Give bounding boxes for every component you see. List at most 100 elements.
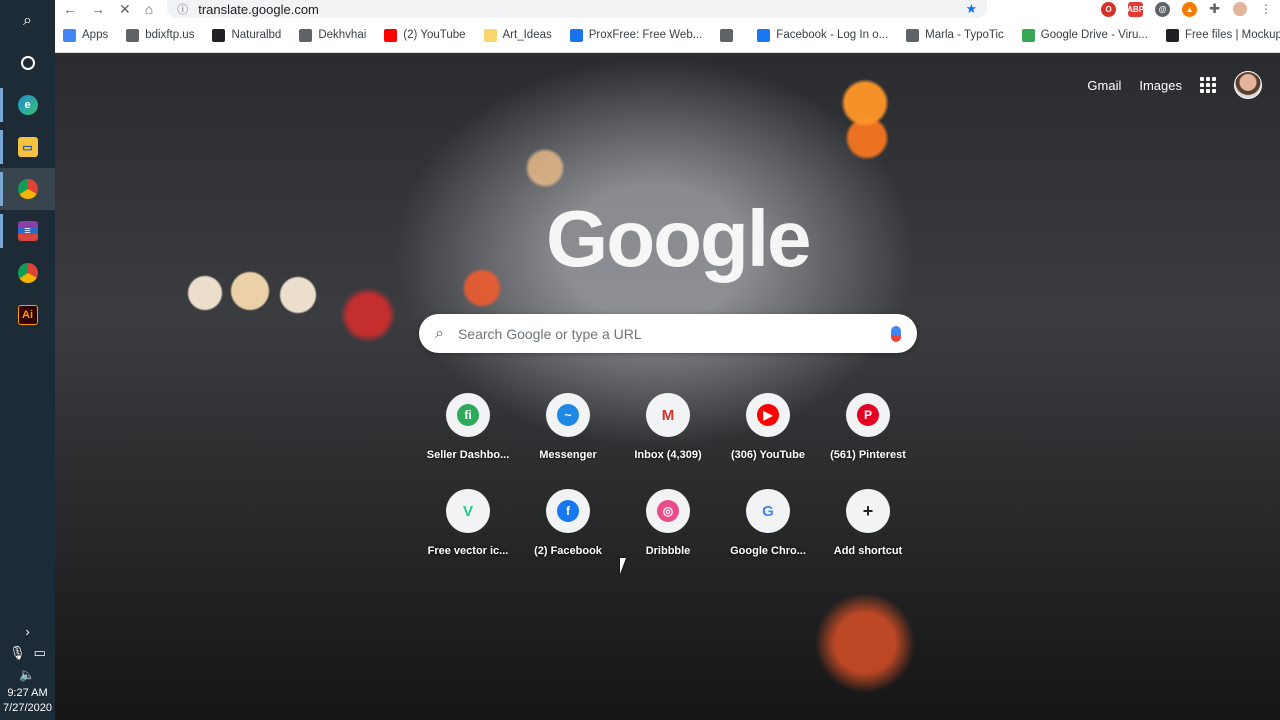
shortcut-tile[interactable]: ~ Messenger [518, 393, 618, 461]
volume-button[interactable]: 🔈 [19, 664, 35, 686]
shortcut-label: (2) Facebook [534, 545, 602, 557]
adblock-icon[interactable]: ABP [1127, 1, 1144, 17]
edge-icon: e [17, 95, 38, 115]
illustrator-icon: Ai [17, 305, 38, 325]
bookmark-item[interactable] [720, 28, 739, 42]
dribbble-icon: ◎ [657, 500, 679, 522]
search-button[interactable]: ⌕ [0, 0, 55, 42]
search-icon: ⌕ [435, 324, 444, 342]
search-icon: ⌕ [23, 12, 32, 29]
taskbar-chrome-profile[interactable] [0, 168, 55, 210]
shortcut-icon-circle: + [846, 489, 890, 533]
bookmark-item[interactable]: ProxFree: Free Web... [569, 28, 703, 42]
info-icon[interactable]: ⓘ [177, 1, 188, 17]
images-link[interactable]: Images [1139, 78, 1182, 93]
shortcut-label: Messenger [539, 449, 597, 461]
fire-extension-icon[interactable]: ▲ [1182, 1, 1198, 17]
bookmark-star-icon[interactable]: ★ [966, 1, 978, 17]
search-input[interactable] [457, 325, 877, 342]
bookmark-label: Dekhvhai [318, 29, 367, 41]
bookmark-item[interactable]: Marla - TypoTic [906, 28, 1004, 42]
home-button[interactable]: ⌂ [145, 1, 153, 17]
microphone-icon[interactable]: 🎙 [9, 645, 26, 661]
bookmark-label: Facebook - Log In o... [776, 29, 889, 41]
opera-vpn-icon[interactable]: O [1101, 1, 1117, 17]
shortcut-icon-circle: ▶ [746, 393, 790, 437]
typotic-icon [906, 28, 920, 42]
voice-search-icon[interactable] [891, 325, 901, 342]
bookmark-item[interactable]: bdixftp.us [126, 28, 195, 42]
stop-button[interactable]: ✕ [119, 1, 131, 18]
shortcut-tile[interactable]: ◎ Dribbble [618, 489, 718, 557]
shortcut-icon-circle: M [646, 393, 690, 437]
shortcut-tile[interactable]: + Add shortcut [818, 489, 918, 557]
winrar-icon: ≡ [17, 221, 38, 241]
show-hidden-icons[interactable]: › [25, 620, 29, 642]
shortcut-icon-circle: ~ [546, 393, 590, 437]
google-icon: G [762, 502, 774, 520]
bookmark-item[interactable]: Google Drive - Viru... [1021, 28, 1148, 42]
bookmark-label: ProxFree: Free Web... [588, 29, 703, 41]
bookmark-label: bdixftp.us [145, 29, 195, 41]
bookmark-label: Free files | Mockup... [1184, 29, 1280, 41]
taskbar-edge[interactable]: e [0, 84, 55, 126]
mockup-icon [1165, 28, 1179, 42]
back-button[interactable]: ← [63, 1, 77, 17]
globe-icon [126, 28, 140, 42]
shortcut-icon-circle: G [746, 489, 790, 533]
taskbar-illustrator[interactable]: Ai [0, 294, 55, 336]
bookmark-item[interactable]: Naturalbd [212, 28, 282, 42]
bookmark-item[interactable]: Art_Ideas [483, 28, 552, 42]
freepik-icon: V [462, 502, 473, 520]
notion-icon [212, 28, 226, 42]
shortcut-tile[interactable]: P (561) Pinterest [818, 393, 918, 461]
account-avatar[interactable] [1234, 71, 1262, 99]
search-box[interactable]: ⌕ [419, 314, 917, 353]
shortcut-icon-circle: ◎ [646, 489, 690, 533]
bookmark-label: Art_Ideas [502, 29, 552, 41]
taskbar-winrar[interactable]: ≡ [0, 210, 55, 252]
chevron-right-icon: › [25, 623, 30, 639]
network-icon[interactable]: ▭ [34, 645, 46, 661]
clock-time: 9:27 AM [7, 687, 48, 699]
browser-chrome: ← → ✕ ⌂ ⓘ translate.google.com ★ O ABP @… [55, 0, 1280, 53]
shortcut-tile[interactable]: ▶ (306) YouTube [718, 393, 818, 461]
clock[interactable]: 9:27 AM 7/27/2020 [3, 686, 52, 720]
folder-icon: ▭ [17, 137, 38, 157]
shortcut-tile[interactable]: f (2) Facebook [518, 489, 618, 557]
bookmark-label: Google Drive - Viru... [1040, 29, 1148, 41]
shortcut-tile[interactable]: M Inbox (4,309) [618, 393, 718, 461]
shortcut-icon-circle: V [446, 489, 490, 533]
url-text[interactable]: translate.google.com [198, 2, 319, 17]
facebook-icon [757, 28, 771, 42]
cortana-button[interactable] [0, 42, 55, 84]
puzzle-icon[interactable]: ✚ [1209, 1, 1220, 17]
youtube-icon [384, 28, 398, 42]
bookmark-item[interactable]: (2) YouTube [384, 28, 466, 42]
bookmark-label: Naturalbd [231, 29, 282, 41]
chrome-icon [17, 263, 38, 283]
bookmark-label: Marla - TypoTic [925, 29, 1004, 41]
cortana-circle-icon [20, 56, 35, 70]
shortcut-tile[interactable]: V Free vector ic... [418, 489, 518, 557]
extensions-area: O ABP @ ▲ ✚ ⋮ [1101, 1, 1272, 17]
forward-button[interactable]: → [91, 1, 105, 17]
chrome-profile-icon [17, 179, 38, 199]
shortcut-tile[interactable]: fi Seller Dashbo... [418, 393, 518, 461]
close-icon: ✕ [119, 0, 131, 17]
shortcut-tile[interactable]: G Google Chro... [718, 489, 818, 557]
menu-dots-icon[interactable]: ⋮ [1260, 2, 1272, 16]
bookmark-item[interactable]: Facebook - Log In o... [757, 28, 889, 42]
bookmark-item[interactable]: Dekhvhai [299, 28, 367, 42]
address-bar[interactable]: ⓘ translate.google.com ★ [167, 0, 988, 18]
spiral-extension-icon[interactable]: @ [1155, 1, 1171, 17]
shortcut-label: Inbox (4,309) [634, 449, 702, 461]
bookmark-item[interactable]: Apps [63, 28, 108, 42]
taskbar-file-explorer[interactable]: ▭ [0, 126, 55, 168]
gmail-link[interactable]: Gmail [1087, 78, 1121, 93]
profile-avatar-small[interactable] [1232, 1, 1248, 17]
google-apps-icon[interactable] [1200, 77, 1216, 93]
apps-grid-icon [63, 28, 76, 42]
bookmark-item[interactable]: Free files | Mockup... [1165, 28, 1280, 42]
taskbar-chrome[interactable] [0, 252, 55, 294]
